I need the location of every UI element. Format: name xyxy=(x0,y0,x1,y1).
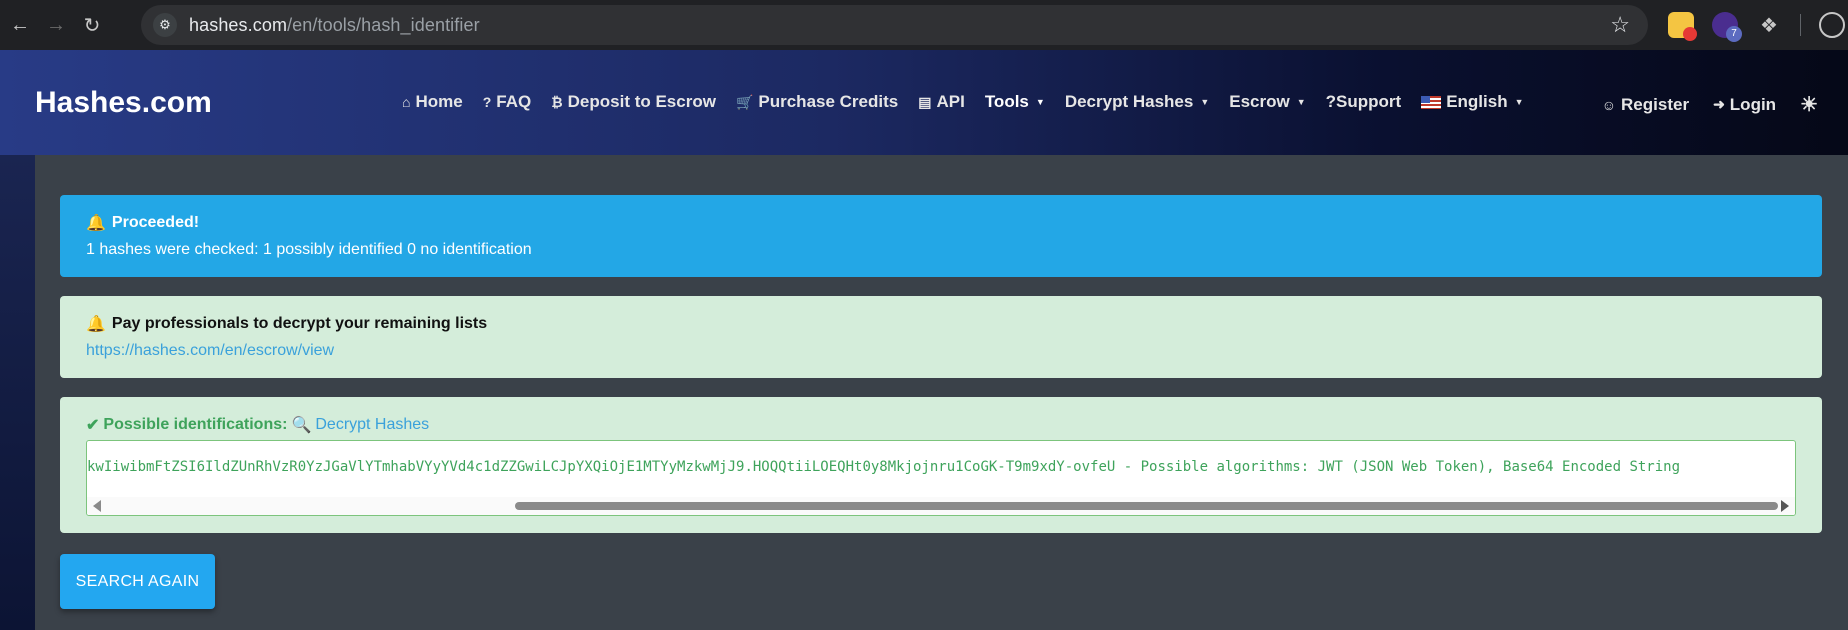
site-brand[interactable]: Hashes.com xyxy=(35,86,212,120)
server-icon: ▤ xyxy=(918,93,932,110)
caret-down-icon: ▼ xyxy=(1035,97,1045,107)
nav-escrow[interactable]: Escrow ▼ xyxy=(1229,92,1305,112)
identification-result-box[interactable]: kwIiwibmFtZSI6IldZUnRhVzR0YzJGaVlYTmhabV… xyxy=(86,440,1796,516)
forward-icon[interactable]: → xyxy=(38,7,74,43)
scroll-thumb[interactable] xyxy=(515,502,1778,510)
caret-down-icon: ▼ xyxy=(1296,97,1306,107)
cart-icon: 🛒 xyxy=(735,93,754,110)
caret-down-icon: ▼ xyxy=(1514,97,1524,107)
main-menu: ⌂ Home ? FAQ ₿ Deposit to Escrow 🛒 Purchase … xyxy=(402,92,1524,112)
nav-login[interactable]: ➜ Login xyxy=(1713,95,1776,115)
extension-badge-icon[interactable]: 7 xyxy=(1712,12,1742,42)
background-strip xyxy=(0,155,35,630)
site-info-icon[interactable]: ⚙ xyxy=(153,13,177,37)
bookmark-star-icon[interactable]: ☆ xyxy=(1610,12,1630,38)
nav-tools[interactable]: Tools ▼ xyxy=(985,92,1045,112)
address-bar[interactable]: ⚙ hashes.com/en/tools/hash_identifier ☆ xyxy=(141,5,1648,45)
bitcoin-icon: ₿ xyxy=(551,94,563,110)
proceeded-alert: 🔔 Proceeded! 1 hashes were checked: 1 pos… xyxy=(60,195,1822,277)
bell-icon: 🔔 xyxy=(86,215,106,232)
account-menu: ☺ Register ➜ Login ☀ xyxy=(1602,92,1818,117)
proceeded-text: 1 hashes were checked: 1 possibly identi… xyxy=(86,241,532,258)
main-content: 🔔 Proceeded! 1 hashes were checked: 1 pos… xyxy=(35,168,1848,630)
decrypt-hashes-link[interactable]: 🔍 Decrypt Hashes xyxy=(291,415,429,435)
scroll-left-icon[interactable] xyxy=(93,500,101,512)
extensions-puzzle-icon[interactable]: ❖ xyxy=(1756,12,1782,38)
proceeded-title: 🔔 Proceeded! xyxy=(86,214,200,232)
identification-result: kwIiwibmFtZSI6IldZUnRhVzR0YzJGaVlYTmhabV… xyxy=(87,459,1681,475)
extensions-area: 7 ❖ xyxy=(1668,0,1845,50)
nav-api[interactable]: ▤ API xyxy=(918,92,965,112)
nav-home[interactable]: ⌂ Home xyxy=(402,92,463,112)
nav-decrypt-hashes[interactable]: Decrypt Hashes ▼ xyxy=(1065,92,1209,112)
extension-blocker-icon[interactable] xyxy=(1668,12,1697,41)
escrow-link[interactable]: https://hashes.com/en/escrow/view xyxy=(86,342,1796,360)
nav-register[interactable]: ☺ Register xyxy=(1602,95,1689,115)
profile-icon[interactable] xyxy=(1819,12,1845,38)
nav-language[interactable]: English ▼ xyxy=(1421,92,1524,112)
check-icon: ✔ xyxy=(86,417,100,434)
search-again-button[interactable]: SEARCH AGAIN xyxy=(60,554,215,609)
caret-down-icon: ▼ xyxy=(1200,97,1210,107)
back-icon[interactable]: ← xyxy=(2,7,38,43)
pay-title: 🔔 Pay professionals to decrypt your remai… xyxy=(86,315,488,333)
reload-icon[interactable]: ↻ xyxy=(74,7,110,43)
home-icon: ⌂ xyxy=(402,94,411,110)
horizontal-scrollbar[interactable] xyxy=(87,497,1795,515)
theme-toggle-icon[interactable]: ☀ xyxy=(1800,92,1818,117)
nav-purchase-credits[interactable]: 🛒 Purchase Credits xyxy=(736,92,898,112)
nav-faq[interactable]: ? FAQ xyxy=(483,92,532,112)
user-plus-icon: ☺ xyxy=(1601,96,1617,113)
bell-icon: 🔔 xyxy=(86,316,106,333)
nav-support[interactable]: ?Support xyxy=(1326,92,1402,112)
pay-professionals-alert: 🔔 Pay professionals to decrypt your remai… xyxy=(60,296,1822,378)
identifications-header: ✔ Possible identifications: 🔍 Decrypt Has… xyxy=(86,415,1796,435)
scroll-right-icon[interactable] xyxy=(1781,500,1789,512)
question-icon: ? xyxy=(482,94,492,110)
identifications-panel: ✔ Possible identifications: 🔍 Decrypt Has… xyxy=(60,397,1822,533)
sign-in-icon: ➜ xyxy=(1713,96,1725,112)
nav-deposit-escrow[interactable]: ₿ Deposit to Escrow xyxy=(551,92,716,112)
browser-toolbar: ← → ↻ ⚙ hashes.com/en/tools/hash_identif… xyxy=(0,0,1848,50)
url-text[interactable]: hashes.com/en/tools/hash_identifier xyxy=(189,15,480,36)
toolbar-divider xyxy=(1800,14,1801,36)
site-navbar: Hashes.com ⌂ Home ? FAQ ₿ Deposit to Escrow… xyxy=(0,50,1848,155)
identifications-title: Possible identifications: xyxy=(103,416,288,433)
us-flag-icon xyxy=(1421,95,1442,109)
search-icon: 🔍 xyxy=(291,417,312,434)
